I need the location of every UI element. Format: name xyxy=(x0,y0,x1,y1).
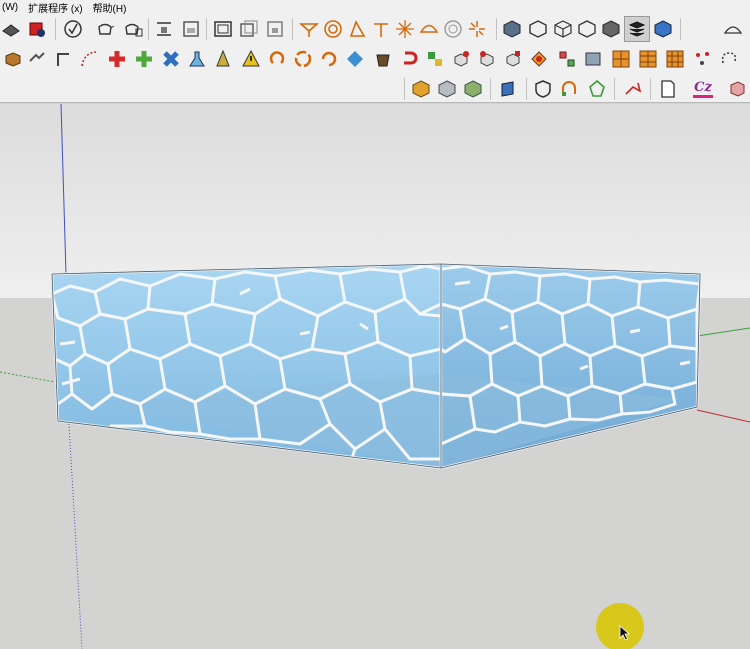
plus-red-icon[interactable] xyxy=(106,48,128,70)
3d-viewport[interactable] xyxy=(0,104,750,649)
sun-icon[interactable] xyxy=(394,18,416,40)
solid-cube-icon[interactable] xyxy=(600,18,622,40)
magnet-icon[interactable] xyxy=(558,78,580,100)
scatter-icon[interactable] xyxy=(692,48,714,70)
cross-blue-icon[interactable] xyxy=(160,48,182,70)
curve-dots-icon[interactable] xyxy=(78,48,100,70)
grid-icon[interactable] xyxy=(582,48,604,70)
section-plane-icon[interactable] xyxy=(0,18,22,40)
window-icon[interactable] xyxy=(212,18,234,40)
menu-extensions[interactable]: 扩展程序 (x) xyxy=(28,0,82,15)
warning-icon[interactable] xyxy=(240,48,262,70)
cz-icon[interactable]: Cz xyxy=(692,78,714,100)
pink-box-icon[interactable] xyxy=(726,78,748,100)
rotate-cube-icon[interactable] xyxy=(476,48,498,70)
toolbar-row-3: Cz xyxy=(0,75,750,103)
pin-icon[interactable] xyxy=(370,18,392,40)
hook-icon[interactable] xyxy=(398,48,420,70)
layers-icon[interactable] xyxy=(624,16,650,42)
check-icon[interactable] xyxy=(62,18,84,40)
bucket-icon[interactable] xyxy=(372,48,394,70)
menu-bar: (W) 扩展程序 (x) 帮助(H) xyxy=(0,0,750,15)
cz-label: Cz xyxy=(694,79,712,95)
ruby-icon[interactable] xyxy=(26,18,48,40)
align-bottom-icon[interactable] xyxy=(153,18,175,40)
cone-icon[interactable] xyxy=(346,18,368,40)
circle-target-icon[interactable] xyxy=(322,18,344,40)
sphere-icon[interactable] xyxy=(442,18,464,40)
model-canvas[interactable] xyxy=(0,104,750,649)
teapot-icon[interactable] xyxy=(94,18,116,40)
diamond-icon[interactable] xyxy=(344,48,366,70)
plus-green-icon[interactable] xyxy=(133,48,155,70)
tiles-split-icon[interactable] xyxy=(637,48,659,70)
bowl-icon[interactable] xyxy=(418,18,440,40)
gear-cube-icon[interactable] xyxy=(450,48,472,70)
tiles-quad-icon[interactable] xyxy=(664,48,686,70)
undo-orange-icon[interactable] xyxy=(266,48,288,70)
gold-cube-icon[interactable] xyxy=(410,78,432,100)
menu-window[interactable]: (W) xyxy=(2,2,18,13)
hex-icon[interactable] xyxy=(576,18,598,40)
wire-cube-icon[interactable] xyxy=(552,18,574,40)
blue-panel-icon[interactable] xyxy=(497,78,519,100)
arrows-icon[interactable] xyxy=(26,48,48,70)
cube-view-icon[interactable] xyxy=(501,18,523,40)
spiral-icon[interactable] xyxy=(292,48,314,70)
paint-cube-icon[interactable] xyxy=(528,48,550,70)
mouse-pointer-icon xyxy=(619,625,631,641)
pencil-line-icon[interactable] xyxy=(622,78,644,100)
window-copy-icon[interactable] xyxy=(238,18,260,40)
burst-icon[interactable] xyxy=(466,18,488,40)
duplicate-cube-icon[interactable] xyxy=(502,48,524,70)
net-icon[interactable] xyxy=(586,78,608,100)
toolbar-row-2 xyxy=(0,44,750,75)
blue-cube-icon[interactable] xyxy=(652,18,674,40)
tiles-icon[interactable] xyxy=(610,48,632,70)
dome-icon[interactable] xyxy=(722,18,744,40)
page-icon[interactable] xyxy=(657,78,679,100)
shaded-cube-icon[interactable] xyxy=(527,18,549,40)
tower-icon[interactable] xyxy=(212,48,234,70)
flask-icon[interactable] xyxy=(186,48,208,70)
shape-plane-icon[interactable] xyxy=(298,18,320,40)
lasso-icon[interactable] xyxy=(718,48,740,70)
explode-icon[interactable] xyxy=(556,48,578,70)
shield-icon[interactable] xyxy=(532,78,554,100)
puzzle-icon[interactable] xyxy=(424,48,446,70)
silver-cube-icon[interactable] xyxy=(436,78,458,100)
menu-help[interactable]: 帮助(H) xyxy=(93,0,127,15)
toolbar-row-1 xyxy=(0,14,750,44)
refresh-icon[interactable] xyxy=(318,48,340,70)
teapot-paint-icon[interactable] xyxy=(122,18,144,40)
box-icon[interactable] xyxy=(2,48,24,70)
corner-icon[interactable] xyxy=(52,48,74,70)
green-cube-icon[interactable] xyxy=(462,78,484,100)
frame-icon[interactable] xyxy=(180,18,202,40)
lock-frame-icon[interactable] xyxy=(264,18,286,40)
